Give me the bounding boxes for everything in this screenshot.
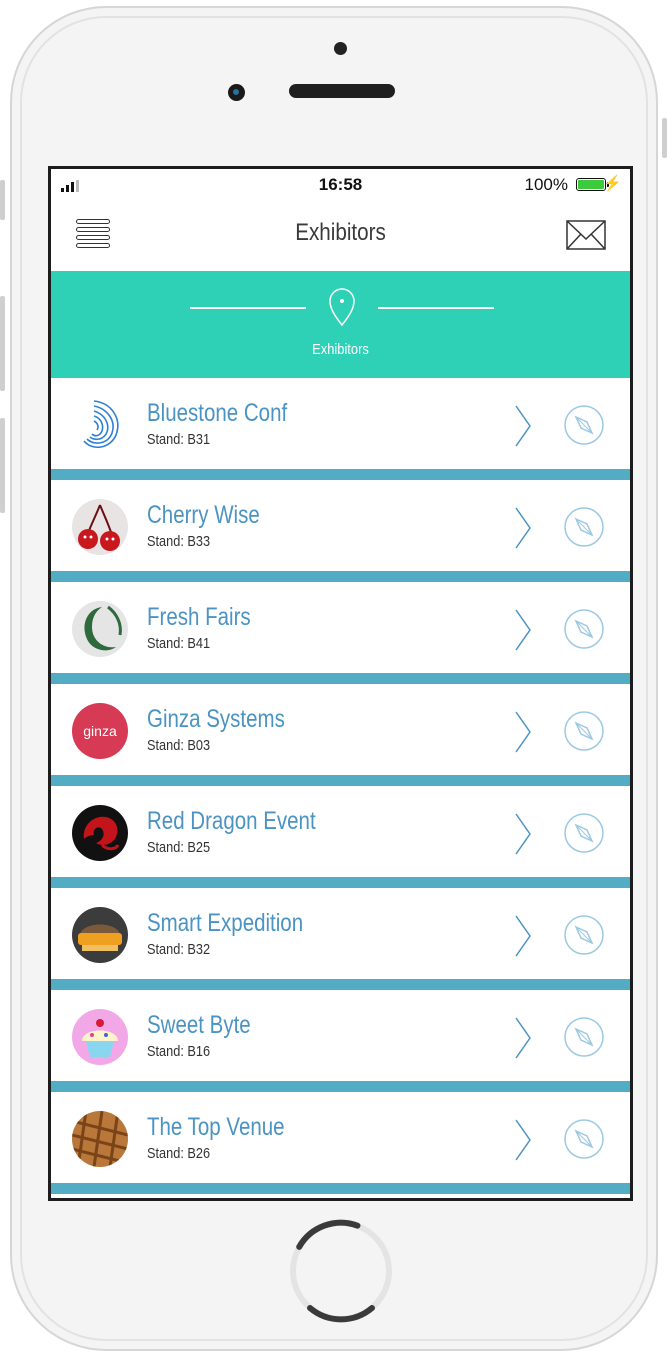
list-item[interactable]: Sweet Byte Stand: B16 bbox=[51, 990, 630, 1092]
navigation-bar: Exhibitors bbox=[51, 199, 630, 271]
banner-right-rule bbox=[378, 307, 494, 309]
cherry-logo bbox=[72, 499, 128, 555]
list-item[interactable]: Fresh Fairs Stand: B41 bbox=[51, 582, 630, 684]
volume-down-button bbox=[0, 418, 5, 513]
exhibitor-name: Red Dragon Event bbox=[147, 807, 316, 835]
front-sensor bbox=[334, 42, 347, 55]
exhibitor-stand: Stand: B25 bbox=[147, 839, 211, 856]
bluestone-logo bbox=[72, 397, 128, 453]
exhibitor-stand: Stand: B26 bbox=[147, 1145, 211, 1162]
exhibitor-name: Smart Expedition bbox=[147, 909, 304, 937]
compass-icon[interactable] bbox=[563, 812, 605, 854]
power-button bbox=[662, 118, 667, 158]
exhibitor-stand: Stand: B31 bbox=[147, 431, 211, 448]
compass-icon[interactable] bbox=[563, 404, 605, 446]
chevron-right-icon[interactable] bbox=[513, 812, 533, 856]
charging-bolt-icon: ⚡ bbox=[603, 175, 622, 192]
waffle-logo bbox=[72, 1111, 128, 1167]
banner-left-rule bbox=[190, 307, 306, 309]
ginza-logo: ginza bbox=[72, 703, 128, 759]
ginza-logo-text: ginza bbox=[83, 723, 117, 739]
list-item[interactable]: Cherry Wise Stand: B33 bbox=[51, 480, 630, 582]
red-dragon-logo bbox=[72, 805, 128, 861]
location-pin-icon bbox=[329, 288, 355, 327]
chevron-right-icon[interactable] bbox=[513, 1016, 533, 1060]
list-item[interactable]: Bluestone Conf Stand: B31 bbox=[51, 378, 630, 480]
cupcake-logo bbox=[72, 1009, 128, 1065]
exhibitor-name: Ginza Systems bbox=[147, 705, 285, 733]
app-screen: 16:58 100% ⚡ Exhibitors Exhibitors Blues… bbox=[48, 166, 633, 1201]
list-item[interactable]: ginza Ginza Systems Stand: B03 bbox=[51, 684, 630, 786]
banner-label: Exhibitors bbox=[312, 341, 369, 358]
chevron-right-icon[interactable] bbox=[513, 608, 533, 652]
home-button[interactable] bbox=[288, 1218, 394, 1324]
exhibitor-stand: Stand: B16 bbox=[147, 1043, 211, 1060]
exhibitor-stand: Stand: B32 bbox=[147, 941, 211, 958]
battery-icon bbox=[576, 178, 609, 191]
exhibitor-name: Bluestone Conf bbox=[147, 399, 288, 427]
volume-up-button bbox=[0, 296, 5, 391]
section-banner: Exhibitors bbox=[51, 271, 630, 378]
fresh-fairs-logo bbox=[72, 601, 128, 657]
compass-icon[interactable] bbox=[563, 710, 605, 752]
list-item[interactable]: The Top Venue Stand: B26 bbox=[51, 1092, 630, 1194]
exhibitor-list: Bluestone Conf Stand: B31 Cherry Wise St… bbox=[51, 378, 630, 1194]
list-item[interactable]: Red Dragon Event Stand: B25 bbox=[51, 786, 630, 888]
exhibitor-name: The Top Venue bbox=[147, 1113, 285, 1141]
exhibitor-name: Sweet Byte bbox=[147, 1011, 251, 1039]
compass-icon[interactable] bbox=[563, 1118, 605, 1160]
list-item[interactable]: Smart Expedition Stand: B32 bbox=[51, 888, 630, 990]
exhibitor-stand: Stand: B41 bbox=[147, 635, 211, 652]
compass-icon[interactable] bbox=[563, 1016, 605, 1058]
chevron-right-icon[interactable] bbox=[513, 710, 533, 754]
page-title: Exhibitors bbox=[295, 219, 386, 246]
chevron-right-icon[interactable] bbox=[513, 914, 533, 958]
chevron-right-icon[interactable] bbox=[513, 1118, 533, 1162]
chevron-right-icon[interactable] bbox=[513, 404, 533, 448]
compass-icon[interactable] bbox=[563, 608, 605, 650]
exhibitor-stand: Stand: B03 bbox=[147, 737, 211, 754]
envelope-icon[interactable] bbox=[566, 219, 606, 251]
front-camera bbox=[228, 84, 245, 101]
battery-percent: 100% bbox=[524, 175, 568, 194]
status-bar: 16:58 100% ⚡ bbox=[51, 169, 630, 199]
exhibitor-name: Fresh Fairs bbox=[147, 603, 251, 631]
earpiece-speaker bbox=[289, 84, 395, 98]
compass-icon[interactable] bbox=[563, 506, 605, 548]
exhibitor-stand: Stand: B33 bbox=[147, 533, 211, 550]
exhibitor-name: Cherry Wise bbox=[147, 501, 260, 529]
mute-switch bbox=[0, 180, 5, 220]
chevron-right-icon[interactable] bbox=[513, 506, 533, 550]
smart-expedition-logo bbox=[72, 907, 128, 963]
compass-icon[interactable] bbox=[563, 914, 605, 956]
